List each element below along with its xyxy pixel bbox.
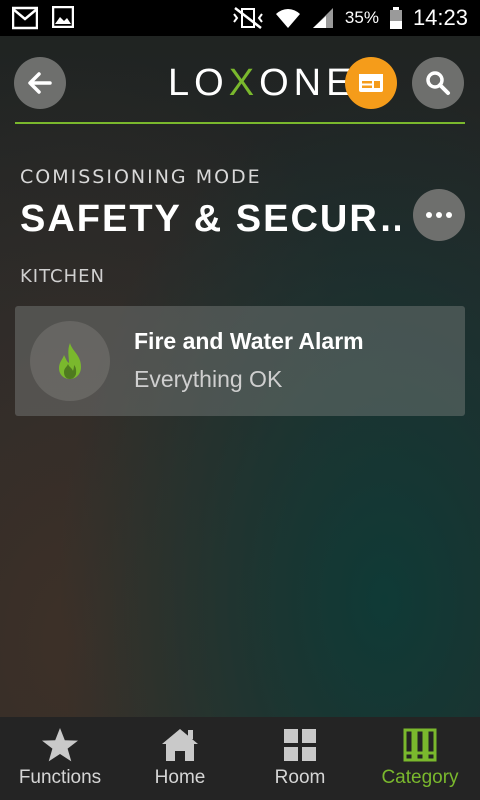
message-icon — [359, 74, 383, 92]
tab-category[interactable]: Category — [360, 717, 480, 800]
control-icon — [30, 321, 110, 401]
back-button[interactable] — [14, 57, 66, 109]
signal-icon — [312, 8, 333, 28]
more-dots-icon — [426, 212, 452, 218]
gallery-icon — [52, 6, 74, 28]
more-button[interactable] — [413, 189, 465, 241]
star-icon — [42, 728, 78, 762]
battery-icon — [389, 7, 402, 29]
tab-label: Room — [274, 767, 326, 788]
gmail-icon — [12, 6, 38, 30]
battery-percent: 35% — [344, 8, 379, 27]
flame-icon — [59, 343, 81, 379]
vibrate-mute-icon — [233, 7, 263, 29]
grid-icon — [284, 729, 316, 761]
tab-label: Category — [381, 767, 459, 788]
room-heading: KITCHEN — [20, 266, 105, 287]
system-icons: 35% 14:23 — [231, 0, 468, 36]
tab-label: Home — [154, 767, 206, 788]
mode-label: COMISSIONING MODE — [20, 166, 262, 188]
search-icon — [426, 71, 450, 95]
loxone-logo: LOXONE — [168, 62, 357, 104]
control-title: Fire and Water Alarm — [134, 328, 364, 354]
tab-label: Functions — [18, 767, 102, 788]
header-divider — [15, 122, 465, 124]
tab-functions[interactable]: Functions — [0, 717, 120, 800]
control-status: Everything OK — [134, 366, 283, 392]
notification-icons — [12, 6, 74, 30]
app-header: LOXONE — [0, 36, 480, 126]
arrow-left-icon — [28, 72, 52, 94]
category-icon — [403, 728, 437, 762]
search-button[interactable] — [412, 57, 464, 109]
control-card-fire-water-alarm[interactable]: Fire and Water Alarm Everything OK — [15, 306, 465, 416]
notifications-button[interactable] — [345, 57, 397, 109]
home-icon — [162, 729, 198, 761]
status-bar: 35% 14:23 — [0, 0, 480, 36]
wifi-icon — [275, 9, 300, 28]
tab-room[interactable]: Room — [240, 717, 360, 800]
clock: 14:23 — [412, 5, 468, 30]
tab-home[interactable]: Home — [120, 717, 240, 800]
page-title: SAFETY & SECUR… — [20, 198, 400, 240]
bottom-tab-bar: Functions Home Room Category — [0, 717, 480, 800]
